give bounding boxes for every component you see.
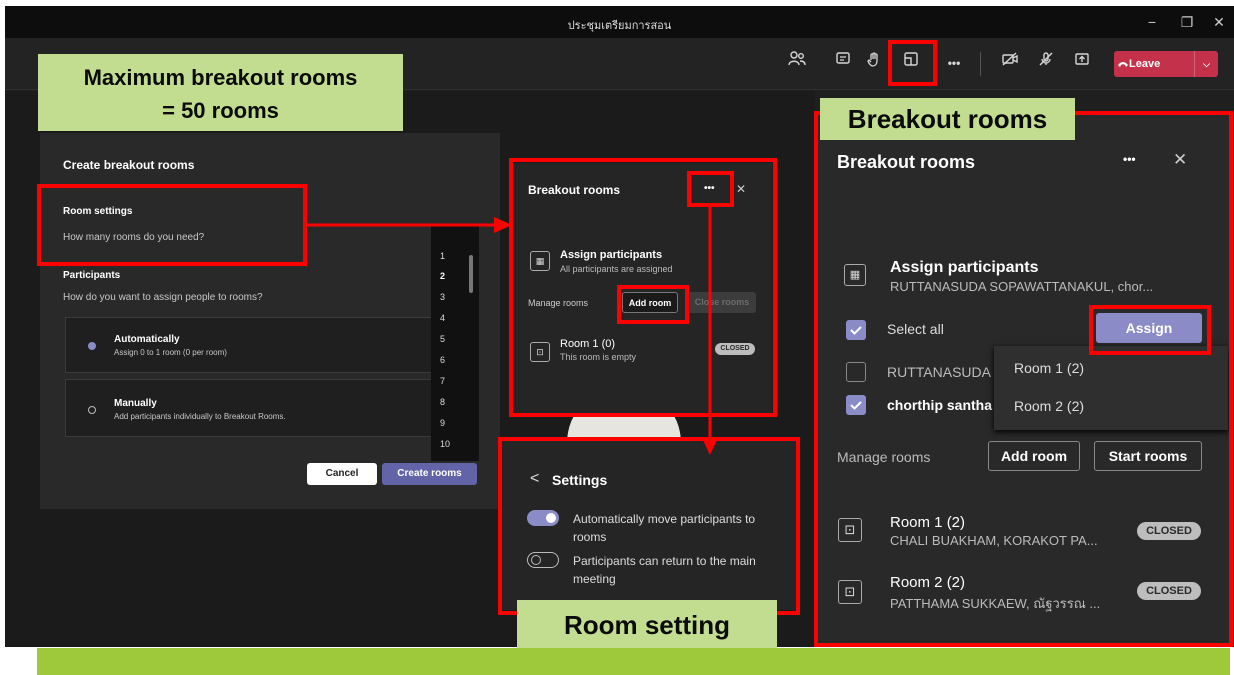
screenshot-stage: ประชุมเตรียมการสอน − ❐ ✕ ••• Leave ⌵ Cre… xyxy=(0,0,1234,675)
max-rooms-label: Maximum breakout rooms = 50 rooms xyxy=(38,54,403,131)
max-rooms-line1: Maximum breakout rooms xyxy=(83,65,358,90)
room-setting-label: Room setting xyxy=(517,600,777,651)
max-rooms-line2: = 50 rooms xyxy=(162,98,279,123)
breakout-rooms-label: Breakout rooms xyxy=(820,98,1075,140)
bottom-green-band xyxy=(37,648,1230,675)
